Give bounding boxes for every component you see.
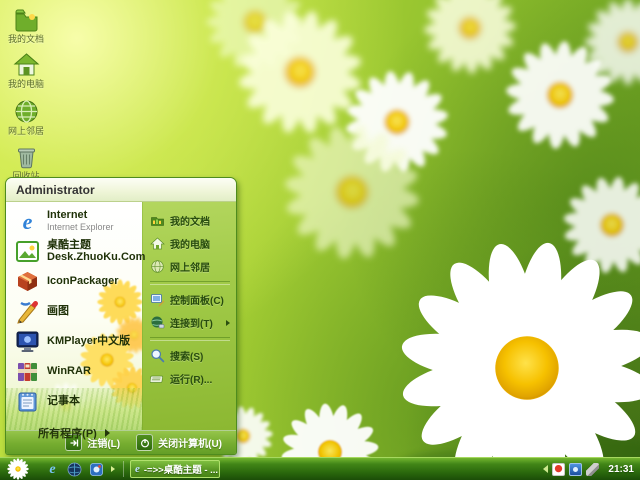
taskbar: e e -=>>桌酷主题 - ... 21:31 [0, 457, 640, 480]
menu-item-connect-to[interactable]: 连接到(T) [149, 311, 231, 334]
iconpackager-icon [18, 271, 37, 291]
recycle-bin-icon [17, 148, 35, 169]
menu-item-my-computer[interactable]: 我的电脑 [149, 232, 231, 255]
desktop-icon-my-computer[interactable]: 我的电脑 [2, 51, 50, 89]
menu-item-label: 控制面板(C) [170, 296, 224, 307]
start-menu-user-banner: Administrator [6, 178, 236, 202]
network-places-icon [151, 260, 164, 273]
desktop-icon-label: 我的文档 [7, 34, 44, 44]
taskbar-clock[interactable]: 21:31 [608, 464, 634, 475]
turn-off-computer-button[interactable]: 关闭计算机(U) [136, 434, 222, 451]
winrar-icon [18, 362, 37, 381]
start-daisy-icon [7, 458, 29, 480]
desktop-icon-label: 网上邻居 [7, 126, 44, 136]
my-computer-icon [150, 237, 165, 250]
start-menu-body: e Internet Internet Explorer 桌酷主题Desk.Zh… [6, 202, 236, 440]
taskbar-separator [123, 461, 124, 477]
program-title: 桌酷主题Desk.ZhuoKu.Com [47, 239, 146, 263]
program-item-internet[interactable]: e Internet Internet Explorer [6, 206, 142, 236]
tray-ime-pen-icon[interactable] [586, 462, 600, 476]
quick-launch-app-icon[interactable] [89, 462, 104, 477]
menu-separator [150, 337, 230, 341]
quick-launch-globe-icon[interactable] [67, 462, 82, 477]
program-item-winrar[interactable]: WinRAR [6, 356, 142, 386]
menu-item-label: 我的文档 [170, 217, 210, 228]
turn-off-computer-label: 关闭计算机(U) [158, 439, 222, 450]
menu-item-label: 我的电脑 [170, 240, 210, 251]
connect-to-icon [151, 316, 165, 329]
quick-launch-chevron-icon[interactable] [111, 466, 115, 472]
start-menu-username: Administrator [16, 182, 95, 197]
start-button[interactable] [3, 458, 33, 480]
quick-launch-bar: e [45, 462, 115, 477]
search-icon [151, 349, 165, 363]
tray-collapse-chevron-icon[interactable] [543, 465, 549, 473]
taskbar-window-button[interactable]: e -=>>桌酷主题 - ... [130, 460, 220, 478]
menu-item-label: 网上邻居 [170, 263, 210, 274]
start-menu-programs-panel: e Internet Internet Explorer 桌酷主题Desk.Zh… [6, 202, 146, 440]
kmplayer-icon [16, 331, 39, 352]
window-button-label: -=>>桌酷主题 - ... [143, 465, 219, 476]
program-item-notepad[interactable]: 记事本 [6, 386, 142, 416]
menu-item-label: 搜索(S) [170, 352, 204, 363]
notepad-icon [18, 392, 37, 411]
program-title: 画图 [47, 305, 69, 317]
menu-item-run[interactable]: 运行(R)... [149, 367, 231, 390]
zhuoku-theme-icon [16, 240, 39, 262]
program-item-iconpackager[interactable]: IconPackager [6, 266, 142, 296]
window-ie-icon: e [135, 462, 140, 475]
control-panel-icon [151, 294, 165, 307]
system-tray: 21:31 [543, 462, 637, 476]
internet-explorer-icon: e [22, 208, 33, 234]
start-menu-places-panel: 我的文档 我的电脑 网上邻居 控制面板(C) 连接到(T) 搜索(S) 运行(R… [142, 202, 236, 430]
program-title: 记事本 [47, 395, 80, 407]
program-subtitle: Internet Explorer [47, 222, 114, 232]
screen: 我的文档 我的电脑 网上邻居 回收站 Administrator e Inter… [0, 0, 640, 480]
program-title: IconPackager [47, 275, 119, 287]
desktop-icon-my-documents[interactable]: 我的文档 [2, 6, 50, 44]
program-title: KMPlayer中文版 [47, 335, 131, 347]
my-computer-icon [13, 53, 39, 76]
program-item-zhuoku-theme[interactable]: 桌酷主题Desk.ZhuoKu.Com [6, 236, 146, 266]
start-menu: Administrator e Internet Internet Explor… [5, 177, 237, 455]
desktop-icon-network-places[interactable]: 网上邻居 [2, 98, 50, 136]
all-programs-arrow-icon [104, 429, 110, 437]
quick-launch-ie-icon[interactable]: e [45, 462, 60, 477]
menu-item-network-places[interactable]: 网上邻居 [149, 255, 231, 278]
menu-separator [150, 281, 230, 285]
menu-item-label: 运行(R)... [170, 375, 213, 386]
program-title: Internet [47, 209, 88, 221]
program-title: WinRAR [47, 365, 91, 377]
tray-app-red-icon[interactable] [552, 462, 566, 476]
desktop-icon-label: 我的电脑 [7, 79, 44, 89]
all-programs-button[interactable]: 所有程序(P) [6, 416, 142, 452]
menu-item-my-documents[interactable]: 我的文档 [149, 209, 231, 232]
menu-item-label: 连接到(T) [170, 319, 213, 330]
paint-icon [17, 300, 38, 324]
program-item-kmplayer[interactable]: KMPlayer中文版 [6, 326, 142, 356]
submenu-arrow-icon [226, 319, 230, 326]
run-icon [150, 375, 163, 383]
menu-item-control-panel[interactable]: 控制面板(C) [149, 288, 231, 311]
desktop-icon-recycle-bin[interactable]: 回收站 [2, 143, 50, 181]
tray-app-blue-icon[interactable] [569, 462, 583, 476]
my-documents-icon [151, 217, 164, 226]
my-documents-icon [15, 9, 37, 32]
network-places-icon [15, 100, 37, 123]
program-item-paint[interactable]: 画图 [6, 296, 142, 326]
menu-item-search[interactable]: 搜索(S) [149, 344, 231, 367]
all-programs-label: 所有程序(P) [38, 428, 97, 440]
